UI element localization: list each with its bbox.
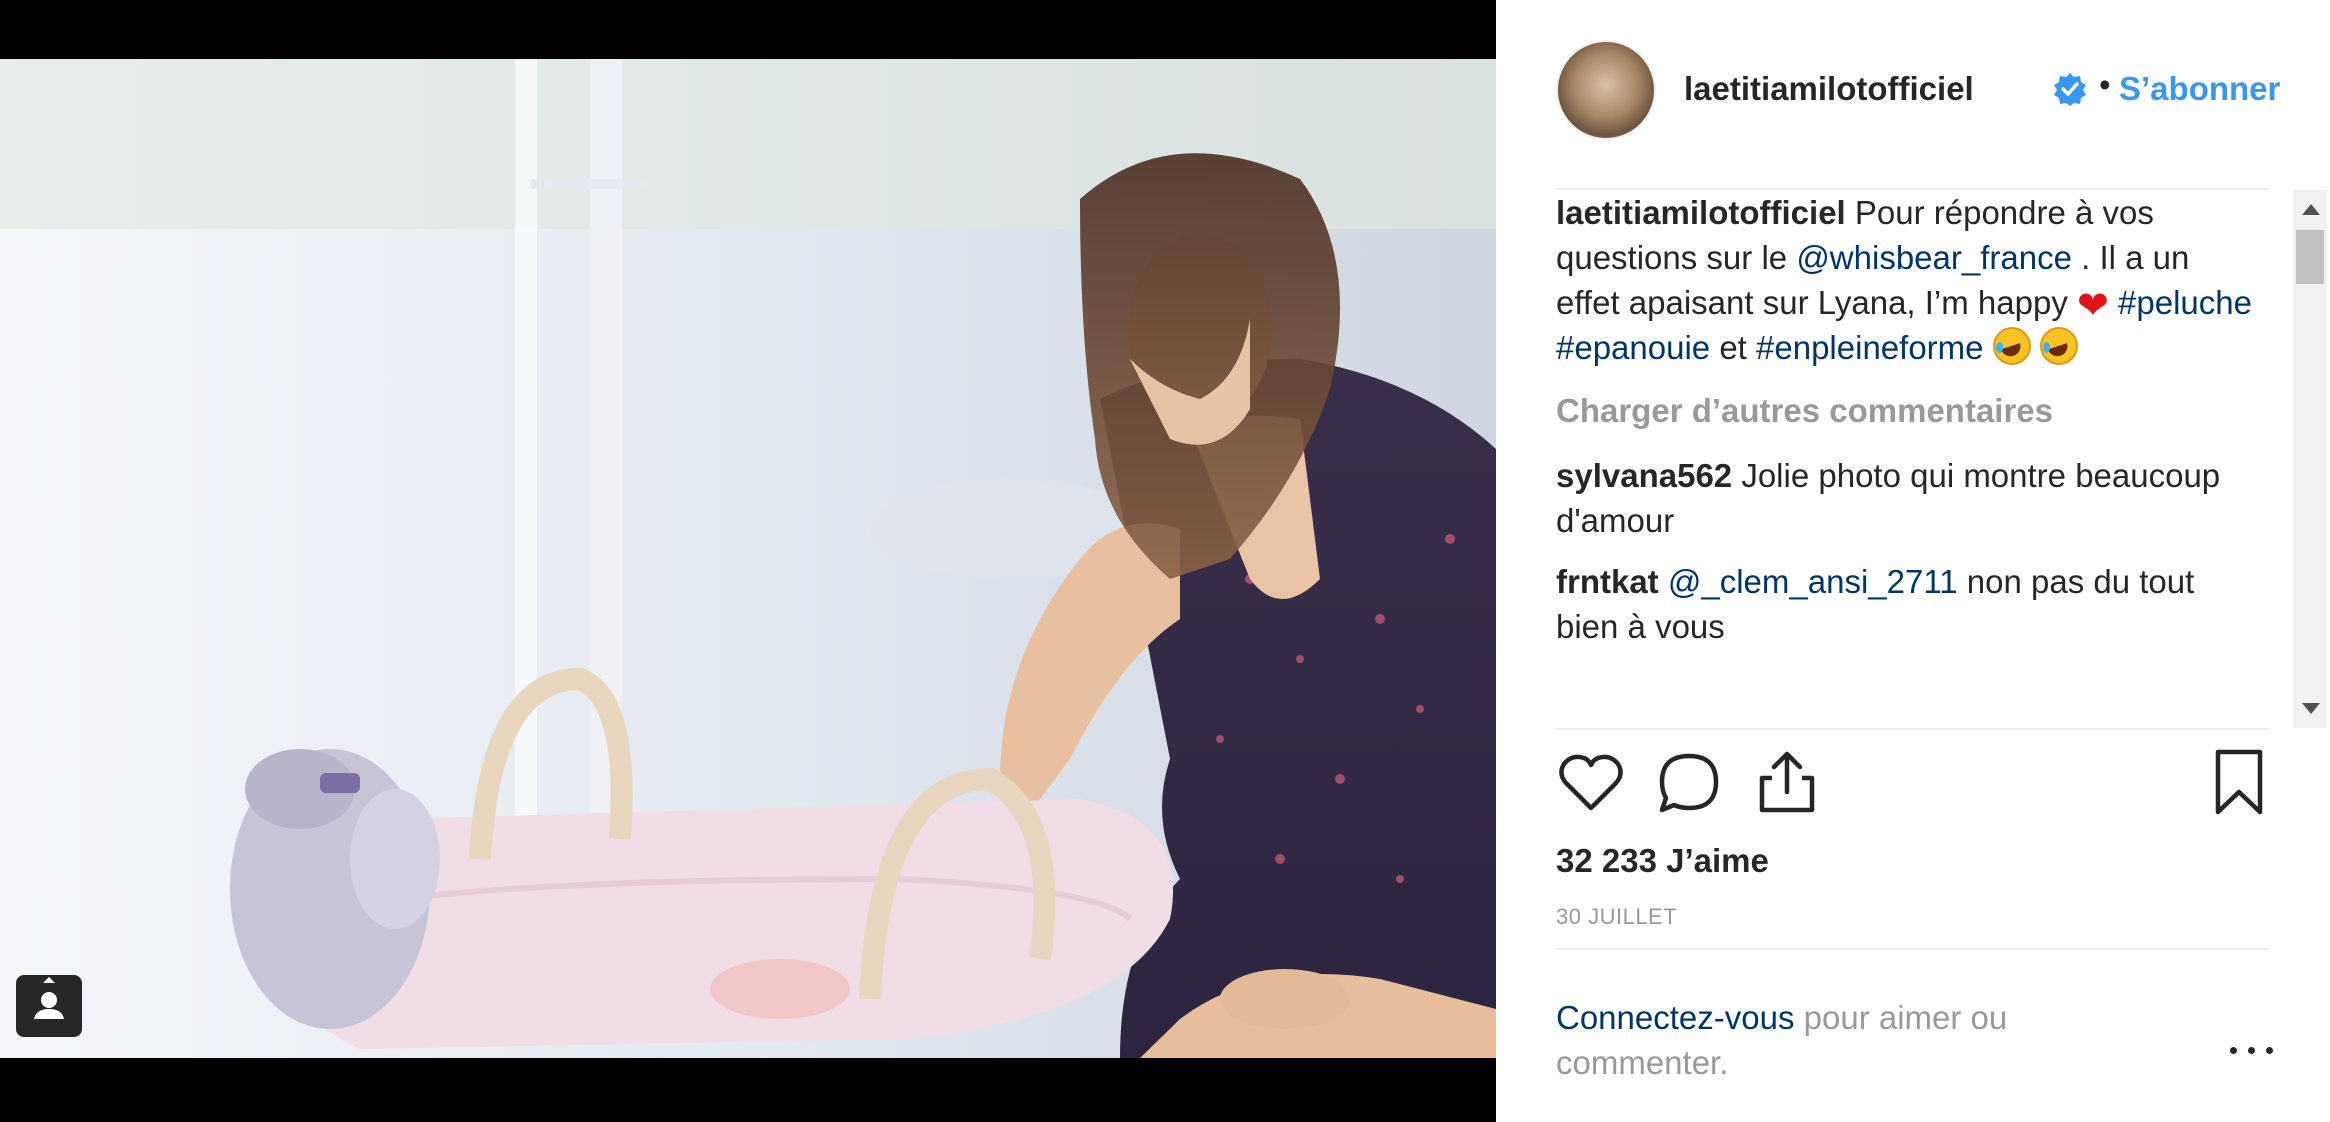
tagged-users-button[interactable] [16, 975, 82, 1037]
more-options-icon[interactable] [2228, 1040, 2276, 1060]
login-link[interactable]: Connectez-vous [1556, 999, 1794, 1036]
comment: sylvana562 Jolie photo qui montre beauco… [1556, 453, 2256, 543]
comments-list[interactable]: laetitiamilotofficiel Pour répondre à vo… [1556, 190, 2256, 728]
comments-scrollbar[interactable] [2293, 190, 2327, 728]
login-prompt: Connectez-vous pour aimer ou commenter. [1556, 995, 2156, 1085]
verified-badge-icon [2054, 73, 2086, 106]
heart-icon[interactable] [1556, 748, 1626, 818]
laughing-emoji [1992, 327, 2031, 365]
caption-username[interactable]: laetitiamilotofficiel [1556, 194, 1846, 231]
caption: laetitiamilotofficiel Pour répondre à vo… [1556, 190, 2256, 370]
load-more-comments-button[interactable]: Charger d’autres commentaires [1556, 388, 2256, 433]
scroll-up-arrow-icon[interactable] [2302, 204, 2320, 215]
post-actions [1556, 748, 2270, 822]
hashtag[interactable]: #peluche [2118, 284, 2252, 321]
red-heart-emoji: ❤ [2077, 285, 2109, 327]
bookmark-icon[interactable] [2204, 748, 2274, 818]
share-icon[interactable] [1752, 748, 1822, 818]
post-photo[interactable] [0, 59, 1496, 1058]
comment-mention[interactable]: @_clem_ansi_2711 [1668, 563, 1958, 600]
divider [1556, 728, 2270, 730]
hashtag[interactable]: #epanouie [1556, 329, 1710, 366]
avatar[interactable] [1556, 40, 1656, 140]
photo-illustration [0, 59, 1496, 1058]
comment: frntkat @_clem_ansi_2711 non pas du tout… [1556, 559, 2256, 649]
follow-button[interactable]: S’abonner [2119, 70, 2280, 108]
caption-conjunction: et [1710, 329, 1757, 366]
post-date[interactable]: 30 JUILLET [1556, 904, 1677, 930]
comment-username[interactable]: frntkat [1556, 563, 1659, 600]
hashtag[interactable]: #enpleineforme [1756, 329, 1984, 366]
user-tag-icon [34, 977, 64, 1019]
comment-username[interactable]: sylvana562 [1556, 457, 1732, 494]
scroll-down-arrow-icon[interactable] [2302, 703, 2320, 714]
comment-bubble-icon[interactable] [1654, 748, 1724, 818]
author-username[interactable]: laetitiamilotofficiel [1684, 70, 1974, 108]
laughing-emoji [2039, 327, 2078, 365]
post-header: laetitiamilotofficiel • S’abonner [1556, 40, 2280, 140]
post-media [0, 0, 1496, 1122]
scrollbar-thumb[interactable] [2296, 230, 2324, 284]
likes-count[interactable]: 32 233 J’aime [1556, 842, 1769, 880]
divider [1556, 948, 2270, 950]
caption-mention[interactable]: @whisbear_france [1796, 239, 2072, 276]
separator-dot: • [2099, 66, 2111, 103]
post-sidebar: laetitiamilotofficiel • S’abonner laetit… [1496, 0, 2330, 1122]
